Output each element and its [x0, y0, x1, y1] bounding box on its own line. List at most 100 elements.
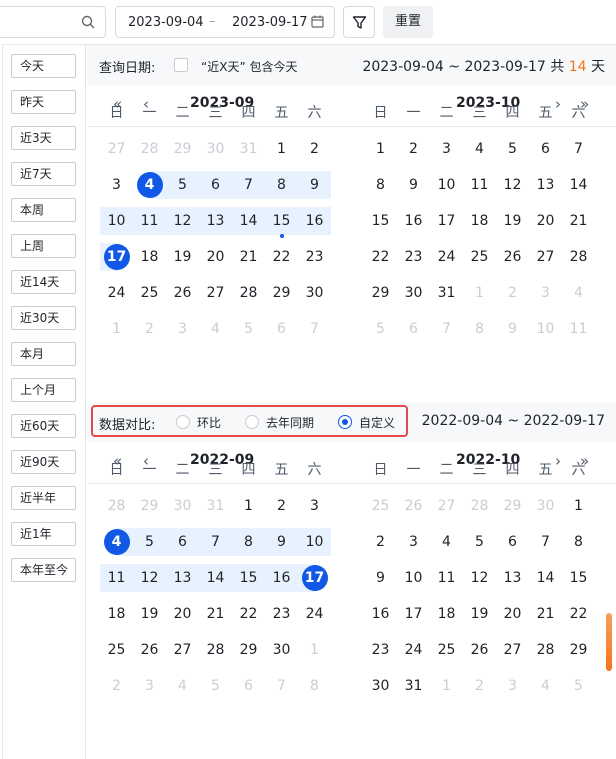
shortcut-button[interactable]: 本周	[11, 198, 76, 222]
calendar-day[interactable]: 10	[430, 167, 463, 203]
calendar-day[interactable]: 6	[265, 311, 298, 347]
calendar-day[interactable]: 3	[397, 524, 430, 560]
calendar-day[interactable]: 30	[364, 668, 397, 704]
calendar-day[interactable]: 24	[100, 275, 133, 311]
calendar-day[interactable]: 24	[430, 239, 463, 275]
calendar-day[interactable]: 25	[133, 275, 166, 311]
calendar-day[interactable]: 10	[397, 560, 430, 596]
calendar-day[interactable]: 15	[562, 560, 595, 596]
shortcut-button[interactable]: 本年至今	[11, 558, 76, 582]
calendar-day[interactable]: 27	[430, 488, 463, 524]
calendar-day[interactable]: 30	[199, 131, 232, 167]
calendar-day[interactable]: 8	[562, 524, 595, 560]
calendar-day[interactable]: 22	[562, 596, 595, 632]
calendar-day[interactable]: 9	[397, 167, 430, 203]
calendar-day[interactable]: 5	[562, 668, 595, 704]
calendar-day[interactable]: 1	[100, 311, 133, 347]
calendar-day[interactable]: 2	[463, 668, 496, 704]
radio-custom-label[interactable]: 自定义	[359, 414, 395, 431]
calendar-day[interactable]: 8	[232, 524, 265, 560]
calendar-day[interactable]: 4	[133, 167, 166, 203]
calendar-day[interactable]: 8	[463, 311, 496, 347]
calendar-day[interactable]: 1	[463, 275, 496, 311]
calendar-day[interactable]: 5	[463, 524, 496, 560]
calendar-day[interactable]: 23	[298, 239, 331, 275]
date-start[interactable]: 2023-09-04	[128, 15, 204, 30]
calendar-day[interactable]: 5	[199, 668, 232, 704]
shortcut-button[interactable]: 近90天	[11, 450, 76, 474]
calendar-day[interactable]: 27	[496, 632, 529, 668]
search-input[interactable]	[0, 6, 106, 38]
calendar-day[interactable]: 7	[199, 524, 232, 560]
calendar-day[interactable]: 26	[397, 488, 430, 524]
calendar-day[interactable]: 29	[133, 488, 166, 524]
calendar-day[interactable]: 14	[562, 167, 595, 203]
calendar-day[interactable]: 8	[364, 167, 397, 203]
calendar-day[interactable]: 7	[265, 668, 298, 704]
calendar-day[interactable]: 6	[496, 524, 529, 560]
calendar-day[interactable]: 19	[496, 203, 529, 239]
calendar-day[interactable]: 5	[232, 311, 265, 347]
calendar-day[interactable]: 21	[529, 596, 562, 632]
calendar-day[interactable]: 18	[100, 596, 133, 632]
calendar-day[interactable]: 29	[562, 632, 595, 668]
calendar-day[interactable]: 17	[298, 560, 331, 596]
calendar-day[interactable]: 27	[529, 239, 562, 275]
date-end[interactable]: 2023-09-17	[232, 15, 308, 30]
calendar-day[interactable]: 20	[496, 596, 529, 632]
calendar-day[interactable]: 28	[463, 488, 496, 524]
calendar-day[interactable]: 8	[298, 668, 331, 704]
calendar-day[interactable]: 28	[529, 632, 562, 668]
calendar-day[interactable]: 28	[133, 131, 166, 167]
calendar-day[interactable]: 2	[496, 275, 529, 311]
calendar-day[interactable]: 5	[496, 131, 529, 167]
calendar-day[interactable]: 30	[166, 488, 199, 524]
radio-mom[interactable]	[176, 415, 190, 429]
calendar-day[interactable]: 17	[100, 239, 133, 275]
calendar-day[interactable]: 31	[199, 488, 232, 524]
calendar-day[interactable]: 21	[562, 203, 595, 239]
calendar-day[interactable]: 29	[265, 275, 298, 311]
calendar-day[interactable]: 5	[133, 524, 166, 560]
calendar-day[interactable]: 28	[199, 632, 232, 668]
calendar-day[interactable]: 2	[298, 131, 331, 167]
calendar-day[interactable]: 3	[298, 488, 331, 524]
calendar-day[interactable]: 14	[529, 560, 562, 596]
shortcut-button[interactable]: 上周	[11, 234, 76, 258]
shortcut-button[interactable]: 近60天	[11, 414, 76, 438]
calendar-day[interactable]: 25	[364, 488, 397, 524]
calendar-day[interactable]: 30	[265, 632, 298, 668]
calendar-day[interactable]: 7	[232, 167, 265, 203]
shortcut-button[interactable]: 近1年	[11, 522, 76, 546]
calendar-day[interactable]: 25	[100, 632, 133, 668]
calendar-day[interactable]: 4	[199, 311, 232, 347]
calendar-day[interactable]: 28	[100, 488, 133, 524]
reset-button[interactable]: 重置	[383, 6, 433, 38]
search-icon[interactable]	[81, 15, 95, 33]
calendar-day[interactable]: 9	[265, 524, 298, 560]
calendar-day[interactable]: 28	[562, 239, 595, 275]
shortcut-button[interactable]: 近14天	[11, 270, 76, 294]
calendar-day[interactable]: 6	[232, 668, 265, 704]
radio-custom[interactable]	[338, 415, 352, 429]
calendar-day[interactable]: 8	[265, 167, 298, 203]
calendar-day[interactable]: 1	[298, 632, 331, 668]
calendar-day[interactable]: 29	[364, 275, 397, 311]
calendar-icon[interactable]	[311, 15, 324, 32]
calendar-day[interactable]: 19	[133, 596, 166, 632]
calendar-day[interactable]: 20	[166, 596, 199, 632]
shortcut-button[interactable]: 近30天	[11, 306, 76, 330]
scrollbar-thumb[interactable]	[606, 613, 612, 671]
shortcut-button[interactable]: 上个月	[11, 378, 76, 402]
shortcut-button[interactable]: 昨天	[11, 90, 76, 114]
calendar-day[interactable]: 11	[463, 167, 496, 203]
calendar-day[interactable]: 6	[397, 311, 430, 347]
calendar-day[interactable]: 14	[199, 560, 232, 596]
shortcut-button[interactable]: 近半年	[11, 486, 76, 510]
calendar-day[interactable]: 16	[265, 560, 298, 596]
calendar-day[interactable]: 26	[133, 632, 166, 668]
calendar-day[interactable]: 1	[364, 131, 397, 167]
calendar-day[interactable]: 13	[199, 203, 232, 239]
calendar-day[interactable]: 7	[298, 311, 331, 347]
calendar-day[interactable]: 31	[397, 668, 430, 704]
